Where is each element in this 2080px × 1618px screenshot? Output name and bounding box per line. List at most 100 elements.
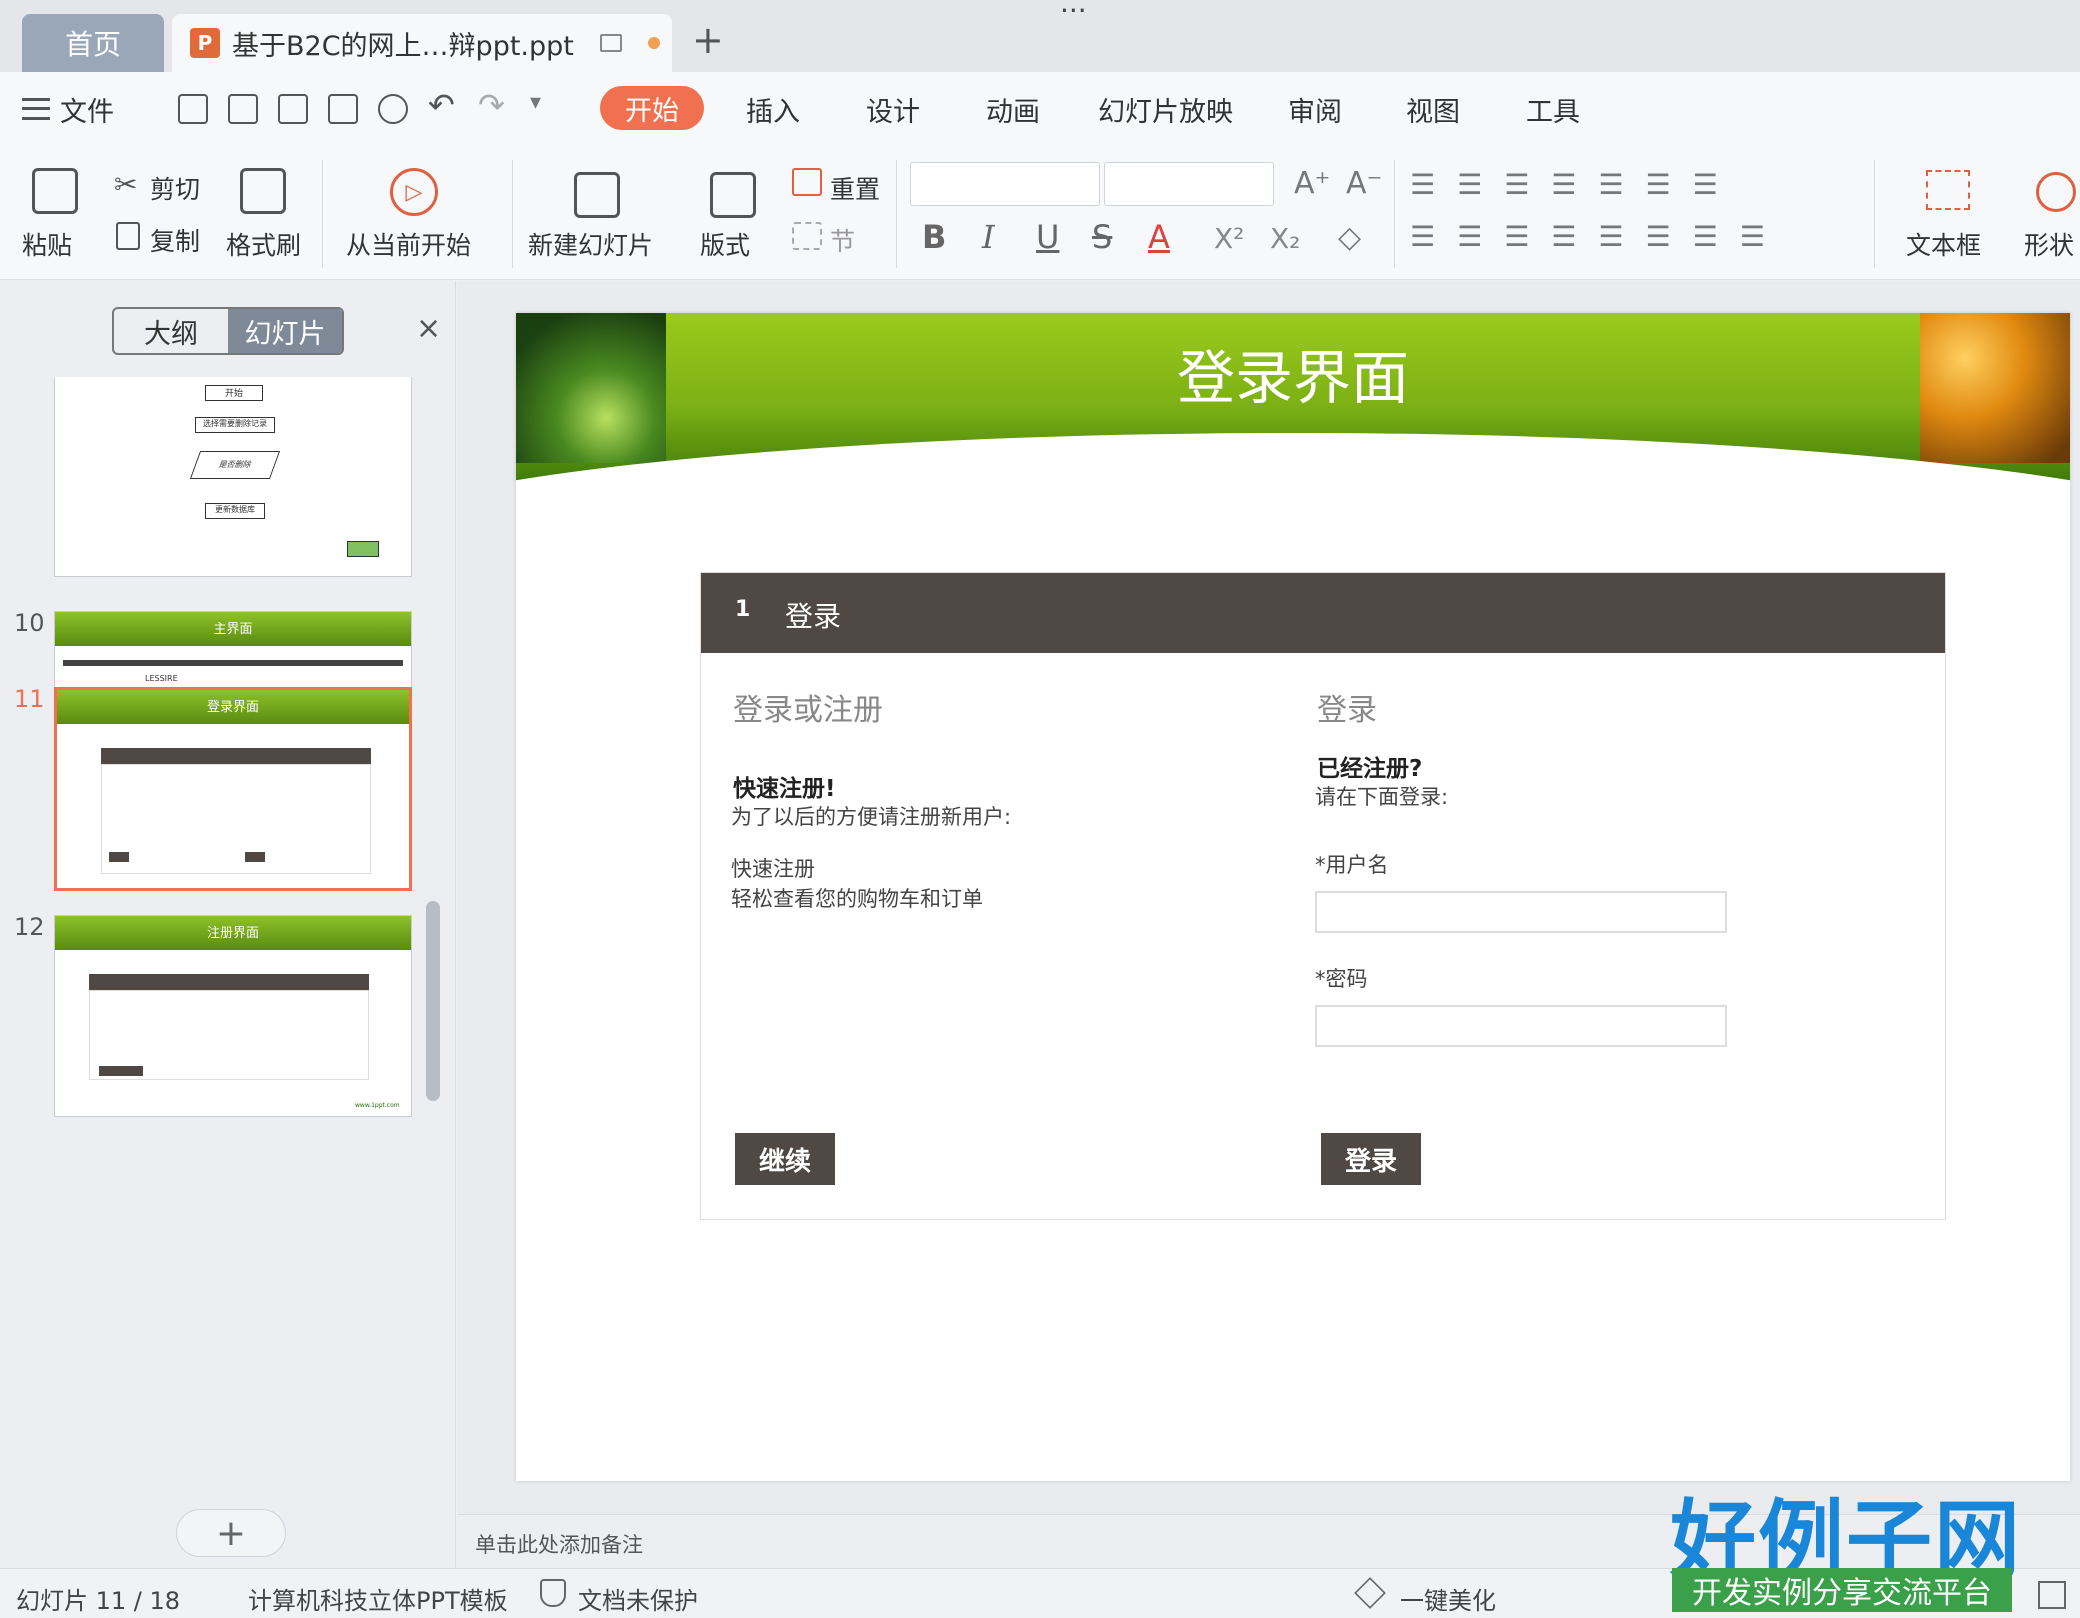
new-slide-button[interactable]: 新建幻灯片 bbox=[528, 226, 653, 262]
password-label: *密码 bbox=[1315, 967, 1368, 991]
registered-desc: 请在下面登录: bbox=[1315, 785, 1449, 809]
thumb-buttons bbox=[99, 1066, 143, 1076]
step-number: 1 bbox=[735, 597, 751, 622]
protection-status[interactable]: 文档未保护 bbox=[578, 1581, 698, 1616]
slide-thumbnail-9[interactable]: 开始 选择需要删除记录 是否删除 更新数据库 bbox=[54, 377, 412, 577]
new-tab-button[interactable]: + bbox=[692, 18, 724, 62]
bold-button[interactable]: B bbox=[922, 218, 946, 256]
slide-number-12: 12 bbox=[14, 913, 45, 941]
section-button[interactable]: 节 bbox=[830, 222, 855, 258]
menu-animation[interactable]: 动画 bbox=[986, 90, 1040, 129]
password-field[interactable] bbox=[1315, 1005, 1727, 1047]
format-painter-icon bbox=[240, 168, 286, 214]
preview-icon[interactable] bbox=[378, 94, 408, 124]
outline-tab[interactable]: 大纲 bbox=[114, 309, 228, 353]
new-slide-icon bbox=[574, 172, 620, 218]
paste-icon[interactable] bbox=[32, 168, 78, 214]
thumb-title: 主界面 bbox=[213, 622, 253, 637]
menu-review[interactable]: 审阅 bbox=[1288, 90, 1342, 129]
paragraph-tools-row1[interactable]: ☰☰☰☰☰☰☰ bbox=[1410, 168, 1740, 201]
superscript-icon[interactable]: X² bbox=[1214, 222, 1244, 255]
thumb-title: 登录界面 bbox=[206, 700, 259, 715]
subscript-icon[interactable]: X₂ bbox=[1270, 222, 1300, 255]
ppt-file-icon: P bbox=[190, 28, 220, 58]
slide-panel: 大纲 幻灯片 × 开始 选择需要删除记录 是否删除 更新数据库 10 主界面 L… bbox=[0, 281, 456, 1568]
thumb-title: 注册界面 bbox=[206, 926, 259, 941]
text-box-button[interactable]: 文本框 bbox=[1906, 226, 1981, 262]
registered-title: 已经注册? bbox=[1317, 756, 1423, 782]
layout-button[interactable]: 版式 bbox=[700, 226, 750, 262]
reset-button[interactable]: 重置 bbox=[830, 170, 880, 206]
menu-file[interactable]: 文件 bbox=[60, 90, 114, 129]
quick-register-line2: 轻松查看您的购物车和订单 bbox=[731, 887, 983, 911]
layout-icon bbox=[710, 172, 756, 218]
menu-bar: 文件 ↶ ↷ ▾ 开始 插入 设计 动画 幻灯片放映 审阅 视图 工具 bbox=[0, 72, 2080, 148]
close-panel-button[interactable]: × bbox=[416, 311, 441, 346]
menu-home[interactable]: 开始 bbox=[600, 86, 704, 130]
eraser-icon[interactable]: ◇ bbox=[1338, 220, 1361, 255]
grid-view-icon[interactable] bbox=[2038, 1581, 2066, 1609]
decrease-font-icon[interactable]: A⁻ bbox=[1346, 166, 1382, 201]
menu-tools[interactable]: 工具 bbox=[1526, 90, 1580, 129]
format-painter-button[interactable]: 格式刷 bbox=[226, 226, 301, 262]
unsaved-dot-icon bbox=[647, 37, 660, 49]
thumb-banner: 主界面 bbox=[55, 612, 411, 646]
from-current-button[interactable]: 从当前开始 bbox=[346, 226, 471, 262]
shape-button[interactable]: 形状 bbox=[2024, 226, 2074, 262]
add-slide-button[interactable]: + bbox=[176, 1509, 286, 1557]
quick-register-title: 快速注册! bbox=[733, 776, 836, 802]
font-name-select[interactable] bbox=[910, 162, 1100, 206]
paragraph-tools-row2[interactable]: ☰☰☰☰☰☰☰☰ bbox=[1410, 220, 1787, 253]
underline-button[interactable]: U bbox=[1036, 218, 1059, 256]
increase-font-icon[interactable]: A⁺ bbox=[1294, 166, 1330, 201]
continue-button[interactable]: 继续 bbox=[735, 1133, 835, 1185]
copy-button[interactable]: 复制 bbox=[150, 222, 200, 258]
hamburger-icon[interactable] bbox=[22, 98, 50, 120]
slide-thumbnail-11[interactable]: 登录界面 bbox=[54, 687, 412, 891]
divider bbox=[1394, 160, 1395, 268]
menu-design[interactable]: 设计 bbox=[866, 90, 920, 129]
play-icon[interactable]: ▷ bbox=[390, 168, 438, 216]
menu-slideshow[interactable]: 幻灯片放映 bbox=[1098, 90, 1233, 129]
template-name[interactable]: 计算机科技立体PPT模板 bbox=[248, 1581, 508, 1616]
window-title: ... bbox=[1060, 0, 1087, 19]
slide-number-11: 11 bbox=[14, 685, 45, 713]
text-box-icon bbox=[1926, 170, 1970, 210]
tab-home[interactable]: 首页 bbox=[22, 14, 164, 72]
save-icon[interactable] bbox=[228, 94, 258, 124]
print-icon[interactable] bbox=[328, 94, 358, 124]
italic-button[interactable]: I bbox=[982, 218, 995, 256]
slide-thumbnail-12[interactable]: 注册界面 www.1ppt.com bbox=[54, 915, 412, 1117]
thumb-banner: 登录界面 bbox=[57, 690, 409, 724]
strikethrough-button[interactable]: S bbox=[1092, 218, 1112, 256]
undo-icon[interactable]: ↶ bbox=[428, 86, 455, 124]
divider bbox=[512, 160, 513, 268]
font-size-select[interactable] bbox=[1104, 162, 1274, 206]
ribbon: 粘贴 ✂ 剪切 复制 格式刷 ▷ 从当前开始 新建幻灯片 版式 重置 节 A⁺ … bbox=[0, 148, 2080, 280]
thumb-navbar bbox=[63, 660, 403, 666]
slides-tab[interactable]: 幻灯片 bbox=[228, 309, 342, 353]
font-color-button[interactable]: A bbox=[1148, 218, 1170, 256]
tab-document-label: 基于B2C的网上…辩ppt.ppt bbox=[232, 30, 574, 62]
menu-insert[interactable]: 插入 bbox=[746, 90, 800, 129]
current-slide[interactable]: 登录界面 1 登录 登录或注册 快速注册! 为了以后的方便请注册新用户: 快速注… bbox=[516, 313, 2070, 1481]
username-field[interactable] bbox=[1315, 891, 1727, 933]
beautify-icon bbox=[1354, 1577, 1386, 1609]
cut-button[interactable]: 剪切 bbox=[150, 170, 200, 206]
redo-icon[interactable]: ↷ bbox=[478, 86, 505, 124]
panel-scrollbar[interactable] bbox=[426, 901, 440, 1101]
login-button[interactable]: 登录 bbox=[1321, 1133, 1421, 1185]
beautify-button[interactable]: 一键美化 bbox=[1400, 1581, 1496, 1616]
monitor-icon bbox=[599, 34, 622, 52]
menu-view[interactable]: 视图 bbox=[1406, 90, 1460, 129]
thumb-register-header bbox=[89, 974, 369, 990]
paste-button[interactable]: 粘贴 bbox=[22, 226, 72, 262]
scissors-icon: ✂ bbox=[114, 168, 138, 201]
quick-access-dropdown-icon[interactable]: ▾ bbox=[530, 90, 541, 115]
slide-number-10: 10 bbox=[14, 609, 45, 637]
tab-document[interactable]: P 基于B2C的网上…辩ppt.ppt bbox=[172, 14, 672, 72]
flow-update: 更新数据库 bbox=[205, 503, 265, 519]
open-folder-icon[interactable] bbox=[178, 94, 208, 124]
pdf-icon[interactable] bbox=[278, 94, 308, 124]
flow-select: 选择需要删除记录 bbox=[195, 417, 275, 433]
